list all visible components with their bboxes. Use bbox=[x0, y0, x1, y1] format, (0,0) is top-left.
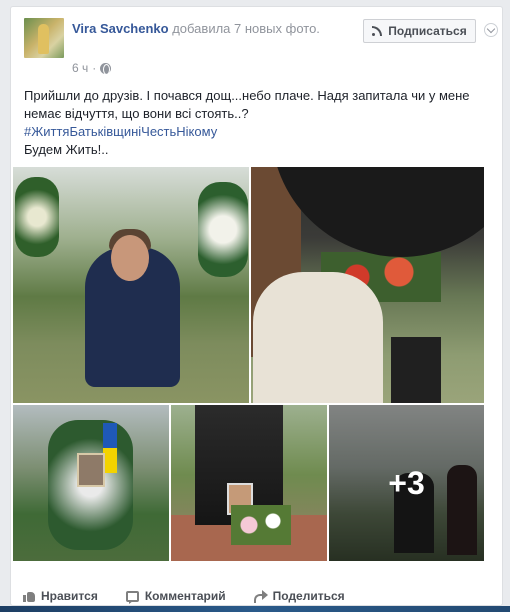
gravestone-shape bbox=[391, 337, 441, 403]
feed-post: Vira Savchenko добавила 7 новых фото. 6 … bbox=[10, 6, 503, 606]
umbrella-shape bbox=[271, 167, 484, 257]
post-meta: 6 ч · bbox=[72, 61, 112, 75]
chevron-down-icon[interactable] bbox=[484, 23, 498, 37]
post-action-text: добавила 7 новых фото. bbox=[172, 21, 320, 36]
hashtag-link[interactable]: #ЖиттяБатьківщиніЧестьНікому bbox=[24, 123, 494, 141]
photo-2[interactable] bbox=[251, 167, 484, 403]
wreath-shape bbox=[15, 177, 59, 257]
photo-4[interactable] bbox=[171, 405, 327, 561]
rss-icon bbox=[372, 26, 383, 36]
post-text-line: Будем Жить!.. bbox=[24, 142, 109, 157]
photo-1[interactable] bbox=[13, 167, 249, 403]
share-button[interactable]: Поделиться bbox=[253, 589, 345, 603]
head-shape bbox=[111, 235, 149, 281]
post-header: Vira Savchenko добавила 7 новых фото. bbox=[72, 20, 372, 37]
globe-icon[interactable] bbox=[100, 62, 112, 75]
flowers-shape bbox=[231, 505, 291, 545]
author-name[interactable]: Vira Savchenko bbox=[72, 21, 169, 36]
like-button[interactable]: Нравится bbox=[23, 589, 98, 603]
comment-icon bbox=[125, 590, 139, 604]
like-label: Нравится bbox=[41, 589, 98, 603]
avatar[interactable] bbox=[24, 18, 64, 58]
taskbar bbox=[0, 606, 510, 612]
comment-button[interactable]: Комментарий bbox=[125, 589, 226, 604]
like-icon bbox=[23, 590, 35, 602]
more-photos-count: +3 bbox=[388, 464, 425, 501]
share-icon bbox=[253, 590, 268, 603]
wreath-shape bbox=[198, 182, 248, 277]
portrait-shape bbox=[77, 453, 105, 487]
post-text-line: Прийшли до друзів. І почався дощ...небо … bbox=[24, 88, 470, 121]
photo-5-more[interactable]: +3 bbox=[329, 405, 484, 561]
more-photos-overlay: +3 bbox=[329, 405, 484, 561]
comment-label: Комментарий bbox=[144, 589, 226, 603]
separator-dot: · bbox=[92, 61, 97, 75]
avatar-figure bbox=[38, 24, 49, 54]
post-text: Прийшли до друзів. І почався дощ...небо … bbox=[24, 87, 494, 159]
person-shape bbox=[253, 272, 383, 403]
photo-3[interactable] bbox=[13, 405, 169, 561]
post-time[interactable]: 6 ч bbox=[72, 61, 88, 75]
share-label: Поделиться bbox=[272, 589, 345, 603]
flag-shape bbox=[103, 423, 117, 473]
follow-button[interactable]: Подписаться bbox=[363, 19, 476, 43]
follow-button-label: Подписаться bbox=[388, 24, 467, 38]
